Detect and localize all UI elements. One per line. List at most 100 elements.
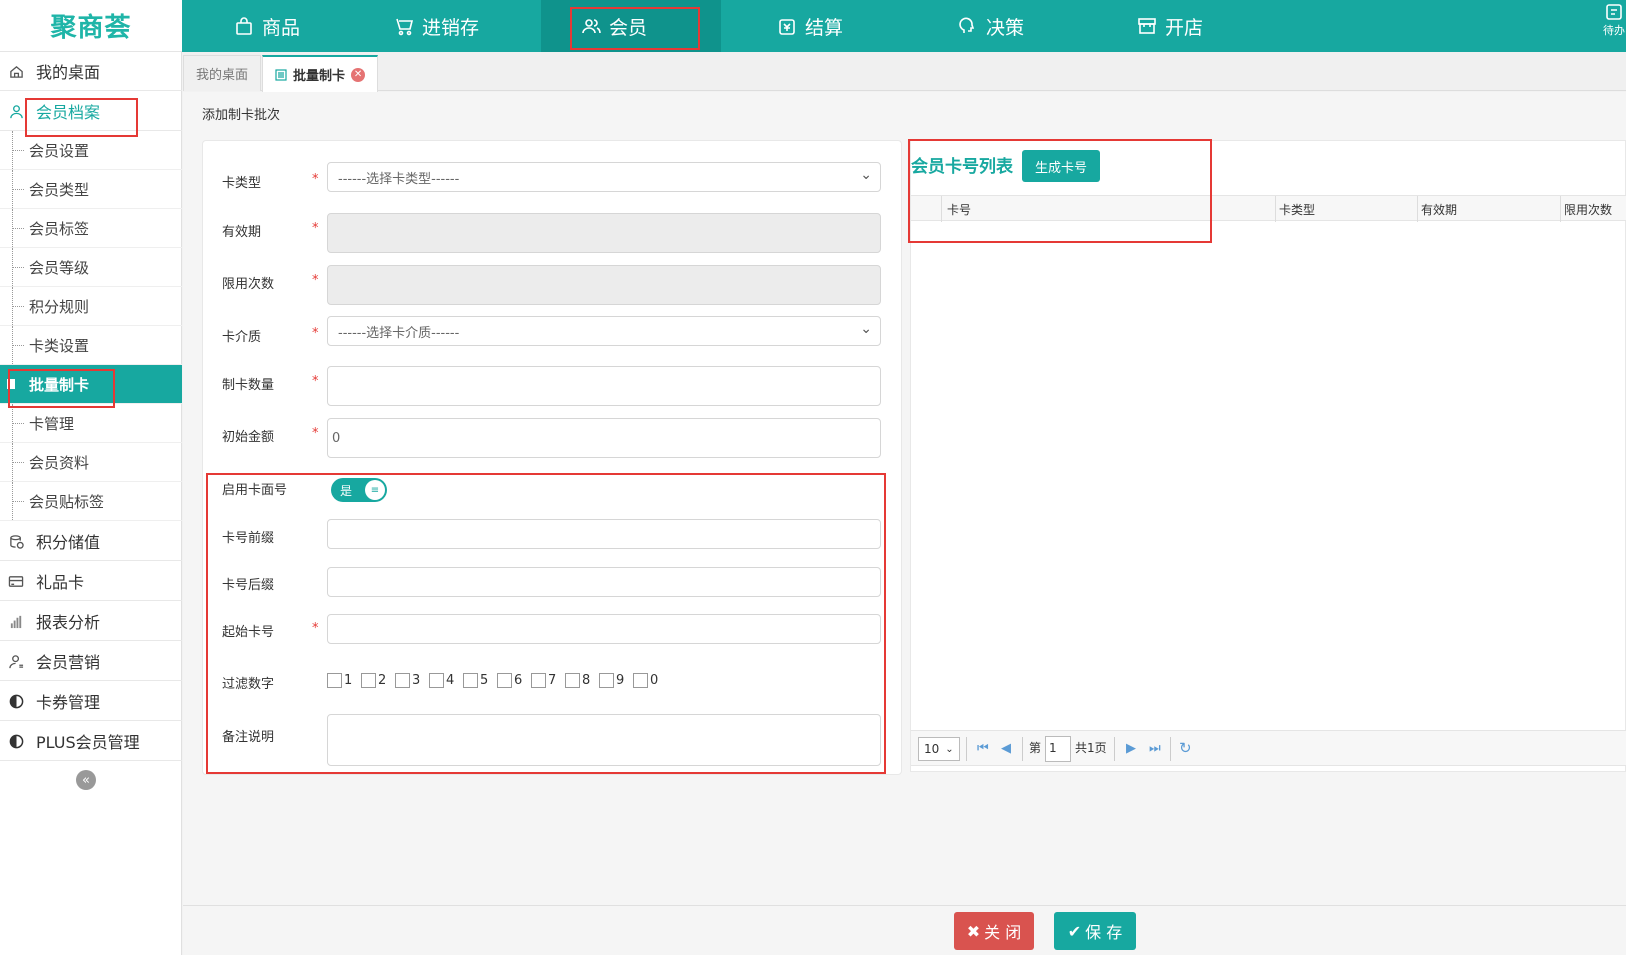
filter-checkbox[interactable]: 7: [531, 673, 556, 688]
generate-button[interactable]: 生成卡号: [1022, 150, 1100, 182]
footer-bar: [183, 905, 1626, 955]
sidebar-item-points-rules[interactable]: 积分规则: [0, 287, 182, 326]
button-label: 关 闭: [984, 923, 1022, 942]
filter-checkbox[interactable]: 6: [497, 673, 522, 688]
filter-label: 过滤数字: [222, 677, 275, 692]
sidebar-item-batch-card[interactable]: 批量制卡: [0, 365, 182, 404]
home-icon: [8, 63, 24, 79]
enable-toggle[interactable]: 是 ≡: [331, 478, 387, 502]
prefix-label: 卡号前缀: [222, 531, 275, 546]
sidebar-item-reports[interactable]: 报表分析: [0, 602, 182, 641]
card-icon: [8, 573, 24, 589]
checkbox-label: 7: [548, 673, 557, 688]
column-header[interactable]: 有效期: [1421, 201, 1457, 218]
card-type-label: 卡类型: [222, 176, 262, 191]
sidebar-item-card-manage[interactable]: 卡管理: [0, 404, 182, 443]
save-button[interactable]: ✔ 保 存: [1054, 912, 1136, 950]
refresh-icon[interactable]: ↻: [1179, 739, 1192, 757]
close-tab-icon[interactable]: ✕: [351, 67, 366, 82]
close-button[interactable]: ✖ 关 闭: [954, 912, 1034, 950]
nav-item-settlement[interactable]: 结算: [777, 0, 843, 52]
filter-checkbox[interactable]: 5: [463, 673, 488, 688]
card-list-panel: [910, 140, 1626, 772]
checkbox-label: 9: [616, 673, 625, 688]
sidebar-label: 会员标签: [29, 219, 90, 238]
column-header[interactable]: 限用次数: [1564, 201, 1612, 218]
flag-icon: [7, 379, 15, 389]
logo-text: 聚商荟: [50, 13, 132, 43]
sidebar-label: 批量制卡: [29, 375, 90, 394]
sidebar-item-member-level[interactable]: 会员等级: [0, 248, 182, 287]
sidebar-item-member-files[interactable]: 会员档案: [0, 92, 182, 131]
toggle-text: 是: [340, 483, 353, 498]
next-page-icon[interactable]: ▶: [1126, 741, 1136, 756]
column-separator: [1560, 196, 1561, 222]
tab-label: 批量制卡: [293, 69, 346, 84]
last-page-icon[interactable]: ⏭: [1149, 741, 1161, 756]
filter-checkbox[interactable]: 2: [361, 673, 386, 688]
sidebar-label: 会员档案: [36, 103, 101, 122]
sidebar-item-plus[interactable]: PLUS会员管理: [0, 722, 182, 761]
first-page-icon[interactable]: ⏮: [977, 741, 989, 756]
nav-item-inventory[interactable]: 进销存: [394, 0, 479, 52]
collapse-sidebar-icon[interactable]: «: [76, 770, 96, 790]
filter-checkbox[interactable]: 9: [599, 673, 624, 688]
filter-checkbox[interactable]: 4: [429, 673, 454, 688]
amount-label: 初始金额: [222, 430, 275, 445]
suffix-input[interactable]: [327, 567, 881, 597]
checkbox-label: 8: [582, 673, 591, 688]
column-header[interactable]: 卡号: [947, 201, 971, 218]
nav-item-goods[interactable]: 商品: [234, 0, 300, 52]
sidebar-label: 会员类型: [29, 180, 90, 199]
filter-checkbox[interactable]: 8: [565, 673, 590, 688]
bar-chart-icon: [8, 613, 24, 629]
checkbox-icon: [565, 673, 580, 688]
button-label: 保 存: [1085, 923, 1123, 942]
nav-label: 会员: [609, 16, 648, 39]
nav-item-decision[interactable]: 决策: [958, 0, 1024, 52]
tab-desktop[interactable]: 我的桌面: [183, 55, 262, 91]
amount-input[interactable]: 0: [327, 418, 881, 458]
suffix-label: 卡号后缀: [222, 578, 275, 593]
sidebar-item-member-settings[interactable]: 会员设置: [0, 131, 182, 170]
sidebar-item-home[interactable]: 我的桌面: [0, 52, 182, 91]
page-number-input[interactable]: 1: [1045, 736, 1071, 762]
qty-input[interactable]: [327, 366, 881, 406]
sidebar-label: 会员营销: [36, 653, 101, 672]
sidebar-item-member-profile[interactable]: 会员资料: [0, 443, 182, 482]
sidebar-item-points[interactable]: 积分储值: [0, 522, 182, 561]
filter-checkbox[interactable]: 1: [327, 673, 352, 688]
filter-checkbox[interactable]: 0: [633, 673, 658, 688]
page-size-select[interactable]: 10 ⌄: [918, 737, 960, 761]
sidebar-item-member-type[interactable]: 会员类型: [0, 170, 182, 209]
shelf-icon: [396, 18, 414, 36]
coins-icon: [8, 533, 24, 549]
pagination: 10 ⌄ ⏮ ◀ 第 1 共1页 ▶ ⏭ ↻: [911, 730, 1626, 766]
enable-label: 启用卡面号: [222, 483, 288, 498]
sidebar-item-card-settings[interactable]: 卡类设置: [0, 326, 182, 365]
sidebar-item-coupons[interactable]: 卡券管理: [0, 682, 182, 721]
page-total: 共1页: [1075, 741, 1107, 755]
start-input[interactable]: [327, 614, 881, 644]
card-type-select[interactable]: ------选择卡类型------: [327, 162, 881, 192]
sidebar-item-member-tags[interactable]: 会员标签: [0, 209, 182, 248]
remark-textarea[interactable]: [327, 714, 881, 766]
column-header[interactable]: 卡类型: [1279, 201, 1315, 218]
medium-select[interactable]: ------选择卡介质------: [327, 316, 881, 346]
nav-item-member[interactable]: 会员: [541, 0, 721, 52]
todo-button[interactable]: 待办: [1602, 2, 1626, 50]
sidebar-item-marketing[interactable]: 会员营销: [0, 642, 182, 681]
filter-checkbox[interactable]: 3: [395, 673, 420, 688]
page-number-value: 1: [1049, 741, 1057, 755]
prev-page-icon[interactable]: ◀: [1001, 741, 1011, 756]
tab-batch-card[interactable]: 批量制卡 ✕: [262, 55, 379, 92]
top-navigation: 商品 进销存 会员 结算 决策 开店 待办: [182, 0, 1626, 52]
checkbox-label: 5: [480, 673, 489, 688]
sidebar-item-gift-card[interactable]: 礼品卡: [0, 562, 182, 601]
sidebar-item-member-tagging[interactable]: 会员贴标签: [0, 482, 182, 521]
checkbox-icon: [497, 673, 512, 688]
nav-item-store[interactable]: 开店: [1137, 0, 1203, 52]
checkbox-icon: [463, 673, 478, 688]
prefix-input[interactable]: [327, 519, 881, 549]
nav-label: 开店: [1165, 16, 1204, 39]
